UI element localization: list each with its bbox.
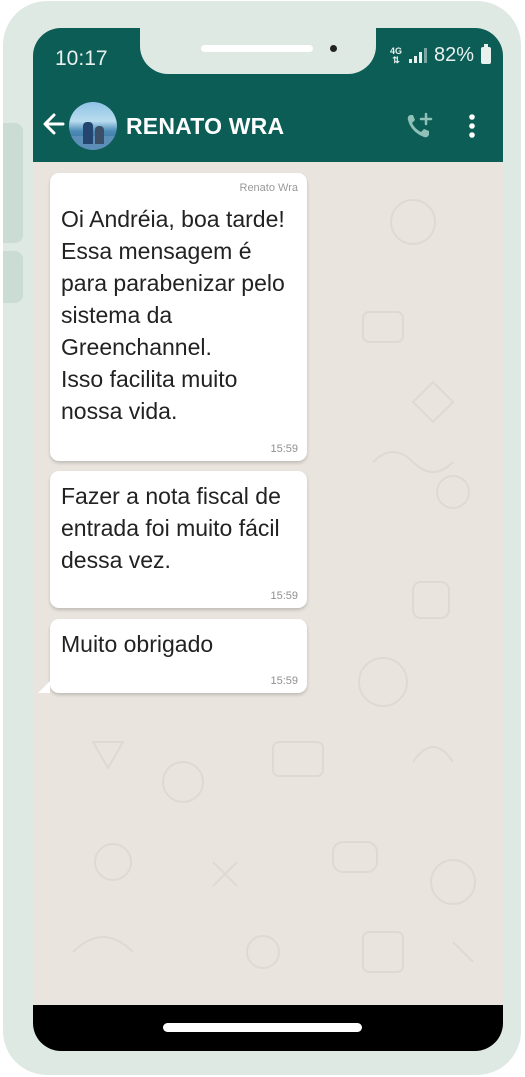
battery-icon bbox=[481, 44, 491, 64]
message-time: 15:59 bbox=[270, 443, 298, 455]
network-type-icon: 4G ⇅ bbox=[389, 45, 402, 65]
status-indicators: 4G ⇅ 82% bbox=[390, 44, 491, 67]
message-bubble[interactable]: Muito obrigado 15:59 bbox=[38, 619, 307, 693]
avatar[interactable] bbox=[69, 102, 117, 150]
power-button bbox=[3, 251, 23, 303]
volume-button bbox=[3, 123, 23, 243]
speaker-icon bbox=[201, 45, 313, 52]
camera-notch bbox=[140, 28, 376, 74]
message-time: 15:59 bbox=[270, 590, 298, 602]
message-bubble[interactable]: Renato Wra Oi Andréia, boa tarde! Essa m… bbox=[50, 173, 307, 461]
battery-percent: 82% bbox=[433, 44, 474, 66]
status-time: 10:17 bbox=[55, 47, 108, 70]
message-text: Oi Andréia, boa tarde! Essa mensagem é p… bbox=[61, 206, 285, 424]
message-sender: Renato Wra bbox=[239, 182, 299, 194]
message-time: 15:59 bbox=[270, 675, 298, 687]
contact-name[interactable]: RENATO WRA bbox=[126, 113, 284, 140]
chat-header: RENATO WRA bbox=[33, 88, 503, 162]
more-vert-icon[interactable] bbox=[464, 112, 480, 140]
message-text: Fazer a nota fiscal de entrada foi muito… bbox=[61, 483, 281, 573]
message-text: Muito obrigado bbox=[61, 631, 214, 657]
bubble-tail bbox=[38, 681, 50, 693]
status-bar: 10:17 4G ⇅ 82% bbox=[33, 28, 503, 88]
network-label: 4G bbox=[389, 45, 402, 56]
camera-icon bbox=[328, 43, 339, 54]
navigation-bar bbox=[33, 1005, 503, 1051]
signal-icon bbox=[408, 48, 427, 63]
message-bubble[interactable]: Fazer a nota fiscal de entrada foi muito… bbox=[50, 471, 307, 608]
add-call-icon[interactable] bbox=[404, 111, 434, 141]
back-arrow-icon[interactable] bbox=[41, 110, 67, 138]
phone-screen: 10:17 4G ⇅ 82% RENATO WRA Renato Wra Oi … bbox=[33, 28, 503, 1051]
home-indicator[interactable] bbox=[163, 1023, 362, 1032]
chat-area[interactable]: Renato Wra Oi Andréia, boa tarde! Essa m… bbox=[33, 162, 503, 1005]
phone-frame: 10:17 4G ⇅ 82% RENATO WRA Renato Wra Oi … bbox=[3, 1, 521, 1075]
